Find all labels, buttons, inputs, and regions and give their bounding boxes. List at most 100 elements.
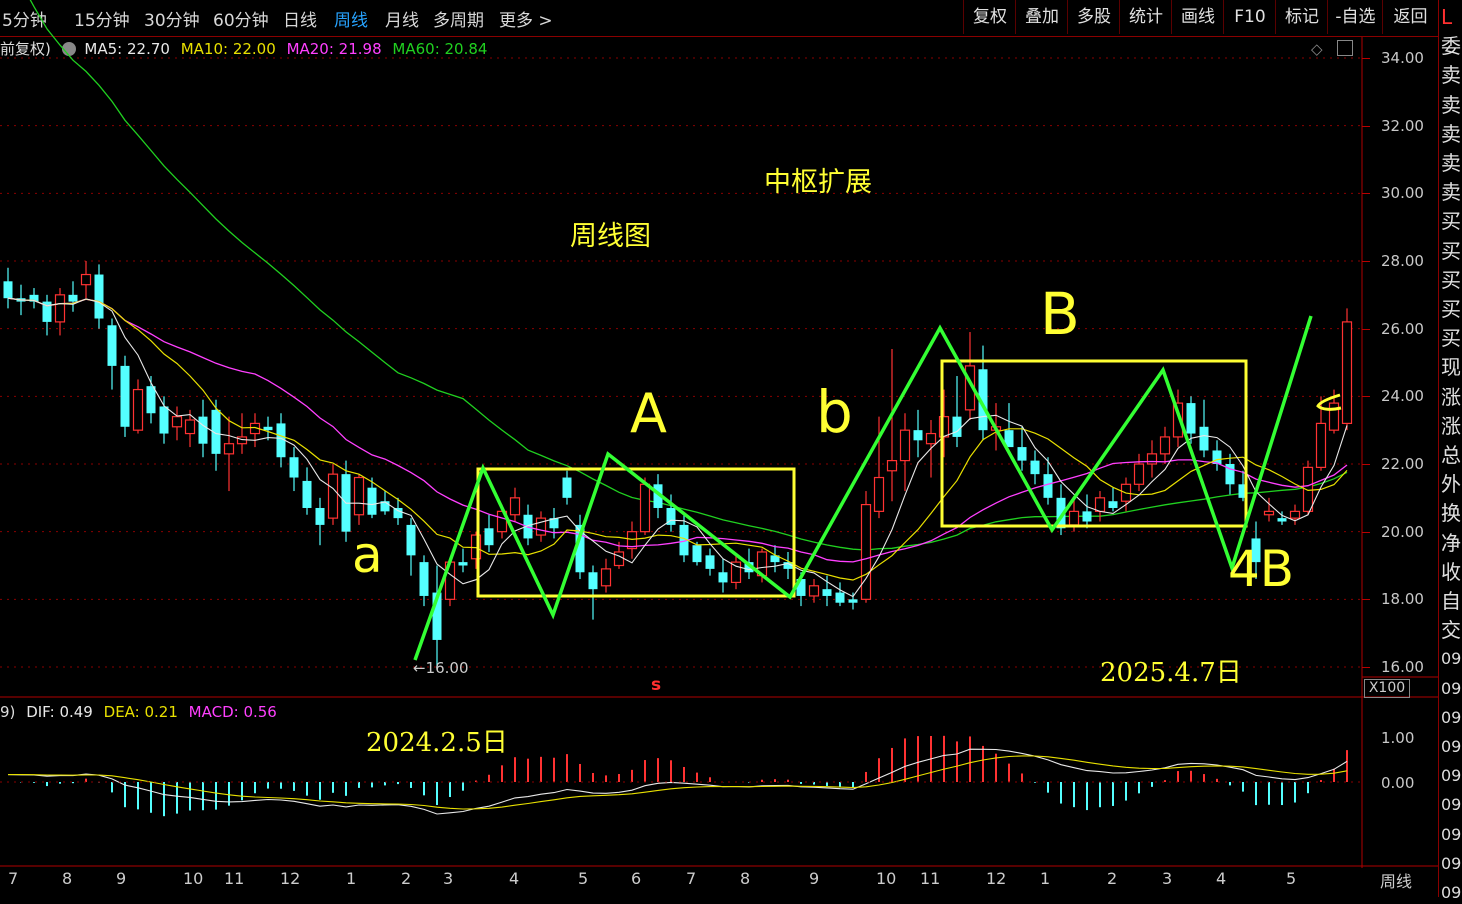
candle[interactable]	[886, 348, 898, 502]
candle[interactable]	[289, 447, 299, 492]
candle[interactable]	[94, 264, 104, 329]
candle[interactable]	[1212, 440, 1222, 471]
candle[interactable]	[808, 579, 820, 603]
candle-body-up	[600, 568, 612, 587]
candle[interactable]	[549, 507, 559, 539]
candle[interactable]	[1225, 453, 1235, 495]
candle-body-down	[263, 426, 273, 431]
candle[interactable]	[1017, 426, 1027, 471]
price-chart[interactable]	[0, 0, 1438, 897]
candle-body-up	[1289, 510, 1301, 519]
time-tick: 12	[986, 869, 1007, 888]
candle[interactable]	[263, 416, 273, 441]
annotation-label-B: B	[1040, 280, 1080, 348]
candle-body-down	[367, 487, 377, 515]
candle[interactable]	[353, 474, 365, 525]
candle[interactable]	[3, 267, 13, 309]
candle[interactable]	[29, 288, 39, 309]
candle-body-down	[68, 294, 78, 302]
candle[interactable]	[1094, 491, 1106, 522]
candle[interactable]	[236, 413, 248, 454]
candle[interactable]	[952, 376, 962, 448]
candle[interactable]	[315, 497, 325, 546]
low-price-marker: ←16.00	[413, 659, 469, 677]
candle-body-up	[1159, 436, 1171, 455]
time-tick: 2	[401, 869, 412, 888]
candle-body-down	[484, 528, 494, 546]
candle[interactable]	[1082, 494, 1092, 529]
candle[interactable]	[302, 467, 312, 515]
candle-body-down	[692, 545, 702, 563]
candle[interactable]	[419, 555, 429, 607]
candle[interactable]	[1341, 308, 1353, 431]
candle[interactable]	[120, 355, 130, 437]
candle[interactable]	[1277, 511, 1287, 525]
candle-body-up	[613, 551, 625, 567]
candle[interactable]	[327, 464, 339, 525]
candle[interactable]	[1133, 453, 1145, 492]
candle-body-down	[913, 430, 923, 441]
price-tick-mark	[1362, 328, 1370, 330]
annotation-title-pivot: 中枢扩展	[764, 167, 872, 198]
candle[interactable]	[600, 558, 612, 593]
candle[interactable]	[211, 399, 221, 471]
candle[interactable]	[1108, 487, 1118, 512]
candle-body-down	[718, 572, 728, 583]
candle-body-down	[1030, 460, 1040, 475]
candle[interactable]	[159, 396, 169, 444]
candle[interactable]	[705, 548, 715, 576]
candle[interactable]	[1030, 450, 1040, 485]
order-panel-label: 交	[1441, 619, 1461, 642]
candle-body-up	[54, 294, 66, 323]
candle[interactable]	[718, 558, 728, 593]
candle[interactable]	[80, 261, 92, 299]
price-tick-mark	[1362, 193, 1370, 195]
candle[interactable]	[1146, 440, 1158, 478]
candle[interactable]	[626, 521, 638, 559]
candle[interactable]	[42, 294, 52, 336]
ma10-line	[7, 297, 1348, 581]
candle[interactable]	[223, 416, 235, 492]
candle[interactable]	[535, 511, 547, 542]
candle[interactable]	[1004, 403, 1014, 448]
candle[interactable]	[835, 582, 845, 607]
candle[interactable]	[899, 413, 911, 492]
candle[interactable]	[1302, 460, 1314, 515]
candle[interactable]	[1159, 426, 1171, 464]
candle-body-down	[146, 386, 156, 414]
time-tick: 1	[346, 869, 357, 888]
annotation-title-weekly: 周线图	[570, 221, 651, 252]
candle[interactable]	[68, 281, 78, 312]
candle[interactable]	[509, 487, 521, 522]
candle[interactable]	[913, 409, 923, 458]
candle-body-down	[588, 572, 598, 590]
candle[interactable]	[249, 413, 261, 448]
candle[interactable]	[341, 460, 351, 542]
candle[interactable]	[588, 565, 598, 620]
candle[interactable]	[730, 555, 742, 590]
time-tick: 2	[1107, 869, 1118, 888]
candle[interactable]	[562, 470, 572, 505]
candle[interactable]	[860, 491, 872, 603]
candle[interactable]	[132, 379, 144, 434]
candle[interactable]	[458, 548, 468, 573]
candle[interactable]	[770, 545, 780, 573]
candle-body-down	[120, 365, 130, 427]
candle-body-down	[1186, 403, 1196, 434]
candle[interactable]	[171, 406, 183, 441]
candle[interactable]	[198, 399, 208, 458]
order-panel-label: 买	[1441, 298, 1461, 320]
signal-s-marker[interactable]: s	[651, 675, 661, 695]
candle[interactable]	[432, 565, 442, 668]
candle-body-up	[925, 432, 937, 445]
candle[interactable]	[1289, 504, 1301, 525]
order-panel-label: 卖	[1441, 152, 1461, 174]
candle[interactable]	[1199, 399, 1209, 458]
candle[interactable]	[107, 318, 117, 390]
time-tick: 10	[183, 869, 204, 888]
time-tick: 5	[578, 869, 589, 888]
multiplier-badge[interactable]: X100	[1364, 679, 1410, 698]
candle[interactable]	[406, 518, 416, 576]
period-label-bottom[interactable]: 周线	[1380, 868, 1412, 892]
candle[interactable]	[484, 514, 494, 552]
